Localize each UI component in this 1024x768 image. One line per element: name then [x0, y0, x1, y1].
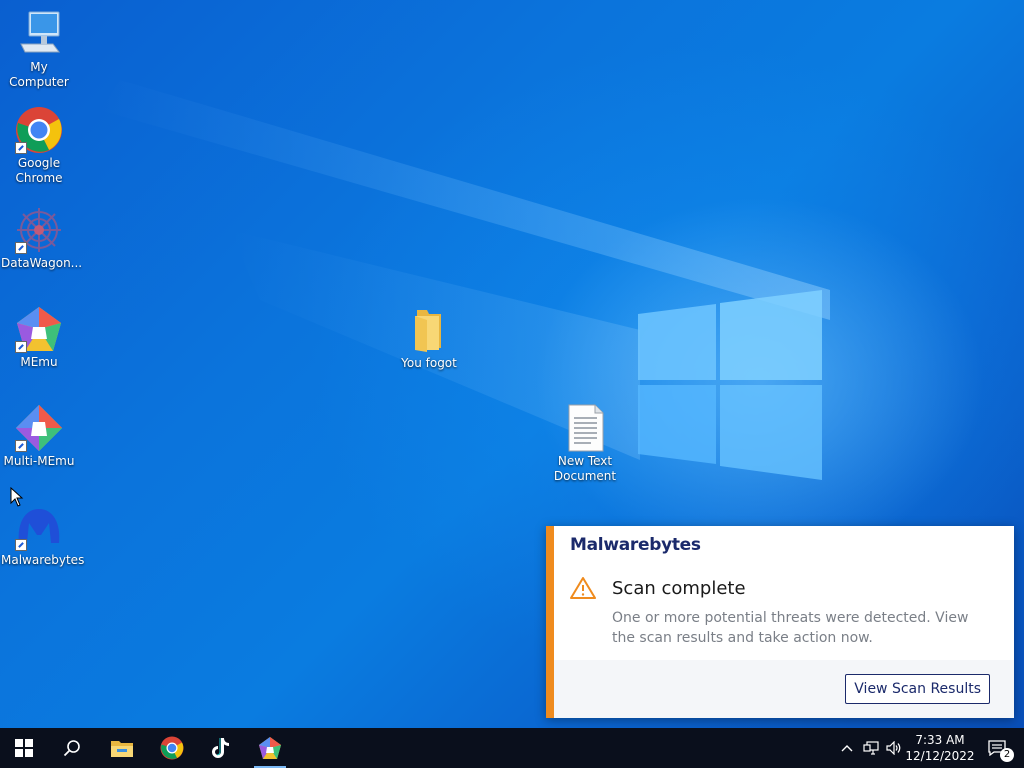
clock-date: 12/12/2022 [905, 749, 975, 763]
view-scan-results-button[interactable]: View Scan Results [845, 674, 990, 704]
desktop-icon-label: MEmu [20, 355, 58, 369]
start-button[interactable] [0, 728, 48, 768]
shortcut-arrow-icon [15, 440, 27, 452]
desktop-icon-new-text-document[interactable]: New Text Document [547, 404, 623, 484]
taskbar-memu[interactable] [246, 728, 294, 768]
taskbar: 7:33 AM 12/12/2022 2 [0, 728, 1024, 768]
network-icon [863, 741, 879, 755]
network-tray-button[interactable] [860, 728, 882, 768]
desktop-icon-label: You fogot [401, 356, 457, 370]
desktop-icon-you-fogot-folder[interactable]: You fogot [391, 306, 467, 371]
datawagon-icon [15, 206, 63, 254]
notification-accent-stripe [546, 526, 554, 718]
mouse-cursor-icon [10, 487, 24, 507]
chevron-up-icon [841, 745, 853, 752]
desktop: My Computer Google Chrome DataWagon... M… [0, 0, 1024, 728]
desktop-icon-label: DataWagon... [1, 256, 83, 270]
desktop-icon-multi-memu[interactable]: Multi-MEmu [1, 404, 77, 469]
warning-icon [570, 577, 596, 599]
shortcut-arrow-icon [15, 539, 27, 551]
memu-icon [15, 305, 63, 353]
folder-icon [405, 306, 453, 354]
memu-icon [259, 737, 281, 759]
windows-logo-wallpaper [638, 290, 822, 480]
chrome-icon [15, 106, 63, 154]
volume-tray-button[interactable] [883, 728, 905, 768]
volume-icon [886, 741, 901, 755]
taskbar-tiktok[interactable] [196, 728, 244, 768]
desktop-icon-malwarebytes[interactable]: Malwarebytes [1, 503, 85, 568]
desktop-icon-label: Multi-MEmu [3, 454, 75, 468]
chrome-icon [160, 736, 184, 760]
desktop-icon-label: My Computer [9, 60, 69, 89]
malwarebytes-notification: Malwarebytes Scan complete One or more p… [546, 526, 1014, 718]
malwarebytes-icon [15, 503, 63, 551]
notification-message: One or more potential threats were detec… [612, 610, 969, 646]
multi-memu-icon [15, 404, 63, 452]
computer-icon [15, 10, 63, 58]
taskbar-chrome[interactable] [148, 728, 196, 768]
file-explorer-icon [111, 741, 133, 757]
shortcut-arrow-icon [15, 142, 27, 154]
tiktok-icon [212, 738, 229, 758]
notification-title: Scan complete [612, 578, 746, 599]
search-button[interactable] [48, 728, 96, 768]
search-icon [63, 740, 80, 757]
show-hidden-icons-button[interactable] [836, 728, 858, 768]
desktop-icon-datawagon[interactable]: DataWagon... [1, 206, 83, 271]
shortcut-arrow-icon [15, 341, 27, 353]
desktop-icon-label: New Text Document [553, 454, 617, 483]
desktop-icon-my-computer[interactable]: My Computer [1, 10, 77, 90]
clock-time: 7:33 AM [915, 733, 965, 747]
desktop-icon-label: Google Chrome [15, 156, 63, 185]
start-icon [15, 739, 33, 757]
notification-footer: View Scan Results [554, 660, 1014, 718]
desktop-icon-google-chrome[interactable]: Google Chrome [1, 106, 77, 186]
taskbar-file-explorer[interactable] [98, 728, 146, 768]
notification-count-badge: 2 [1000, 748, 1014, 762]
action-center-button[interactable]: 2 [978, 728, 1016, 768]
taskbar-clock[interactable]: 7:33 AM 12/12/2022 [904, 732, 976, 764]
text-document-icon [561, 404, 609, 452]
notification-brand: Malwarebytes [570, 535, 701, 555]
desktop-icon-label: Malwarebytes [1, 553, 85, 567]
shortcut-arrow-icon [15, 242, 27, 254]
desktop-icon-memu[interactable]: MEmu [1, 305, 77, 370]
